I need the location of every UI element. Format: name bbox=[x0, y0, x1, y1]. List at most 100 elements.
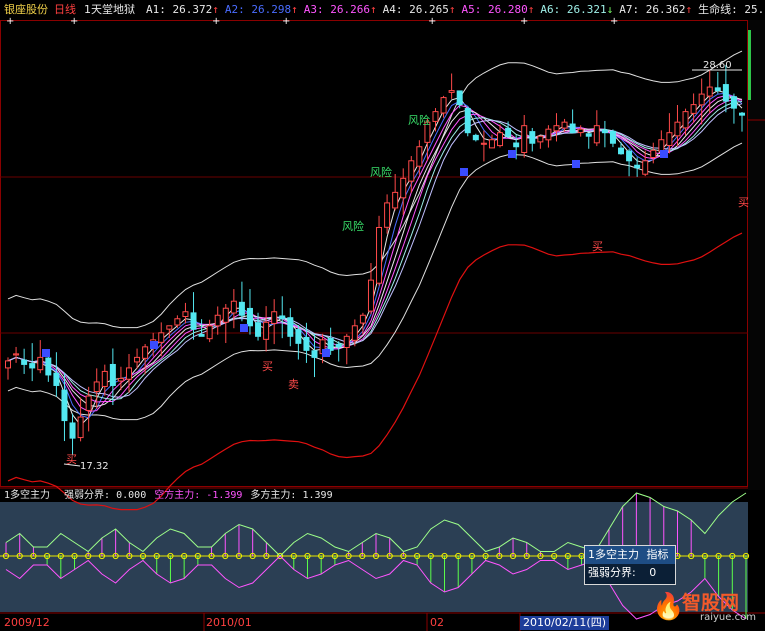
candle-body bbox=[190, 312, 197, 330]
candle-body bbox=[287, 317, 294, 337]
main-panel-frame bbox=[0, 20, 748, 487]
candle-body bbox=[198, 333, 205, 337]
candle-body bbox=[343, 335, 350, 349]
arrow-icon: ↑ bbox=[527, 3, 535, 16]
candle-body bbox=[327, 337, 334, 351]
candle-body bbox=[335, 343, 342, 348]
tooltip-title: 1多空主力 bbox=[588, 548, 639, 561]
candle-body bbox=[698, 93, 705, 106]
sub-value-item: 多方主力: 1.399 bbox=[250, 490, 333, 501]
candle-body bbox=[585, 133, 592, 137]
indicator-tooltip[interactable]: 1多空主力 指标 强弱分界: 0 bbox=[584, 545, 676, 585]
sub-indicator-values: 强弱分界: 0.000 空方主力: -1.399 多方主力: 1.399 bbox=[56, 490, 333, 501]
candle-body bbox=[408, 160, 415, 182]
candle-body bbox=[101, 370, 108, 387]
candle-body bbox=[142, 346, 149, 359]
candle-body bbox=[166, 325, 173, 330]
buy-signal-label: 买 bbox=[66, 453, 77, 466]
candle-body bbox=[77, 416, 84, 439]
ma-item: A4: 26.265↑ bbox=[383, 3, 456, 16]
candle-body bbox=[488, 139, 495, 149]
candle-body bbox=[238, 301, 245, 316]
signal-marker bbox=[150, 341, 158, 349]
risk-signal-label: 风险 bbox=[408, 113, 430, 127]
chart-canvas[interactable]: 28.6017.32风险风险风险买买买买卖+ + + + + + + bbox=[0, 0, 765, 631]
period-label[interactable]: 日线 bbox=[54, 0, 76, 20]
candle-body bbox=[658, 139, 665, 152]
candle-body bbox=[271, 311, 278, 324]
candle-body bbox=[626, 150, 633, 162]
buy-signal-label: 买 bbox=[262, 360, 273, 373]
candle-body bbox=[295, 329, 302, 344]
candle-body bbox=[255, 322, 262, 337]
buy-signal-label: 买 bbox=[592, 240, 603, 253]
low-price-label: 17.32 bbox=[80, 461, 109, 472]
buy-signal-label: 买 bbox=[738, 196, 749, 209]
date-axis: 2009/12 2010/01 02 2010/02/11(四) bbox=[0, 615, 765, 631]
stock-chart-window: 28.60 17.32 风险 风险 风险买买买买卖 + + + + + + + 银座股份 日线 1天堂… bbox=[0, 0, 765, 631]
candle-body bbox=[158, 332, 165, 343]
arrow-icon: ↓ bbox=[606, 3, 614, 16]
candle-body bbox=[714, 87, 721, 92]
risk-signal-label: 风险 bbox=[370, 165, 392, 179]
tooltip-tag: 指标 bbox=[646, 548, 669, 561]
candle-body bbox=[464, 107, 471, 134]
candle-body bbox=[609, 130, 616, 144]
date-label-1: 2009/12 bbox=[4, 616, 50, 629]
candle-body bbox=[739, 112, 745, 116]
sub-caption: 1多空主力 强弱分界: 0.000 空方主力: -1.399 多方主力: 1.399 bbox=[4, 489, 333, 503]
sub-indicator-name[interactable]: 1多空主力 bbox=[4, 490, 50, 501]
candle-body bbox=[263, 321, 270, 340]
ma-value: 25. bbox=[744, 3, 765, 16]
ma-item: A6: 26.321↓ bbox=[540, 3, 613, 16]
ma-label: 生命线: bbox=[698, 3, 738, 16]
candle-body bbox=[593, 125, 600, 144]
indicator-name[interactable]: 1天堂地狱 bbox=[84, 0, 135, 20]
candle-body bbox=[634, 164, 641, 169]
signal-marker bbox=[322, 349, 330, 357]
ma-label: A1: bbox=[146, 3, 166, 16]
candle-body bbox=[448, 90, 455, 93]
signal-marker bbox=[42, 349, 50, 357]
ma-value: 26.266 bbox=[330, 3, 370, 16]
arrow-icon: ↑ bbox=[448, 3, 456, 16]
ma-label: A7: bbox=[619, 3, 640, 16]
date-cursor-label[interactable]: 2010/02/11(四) bbox=[520, 616, 609, 630]
candle-body bbox=[618, 147, 625, 155]
candle-body bbox=[222, 307, 229, 323]
candle-body bbox=[480, 142, 487, 145]
ma-item: A3: 26.266↑ bbox=[304, 3, 377, 16]
candle-body bbox=[53, 372, 60, 386]
candle-body bbox=[472, 134, 479, 141]
tooltip-value: 0 bbox=[649, 566, 657, 579]
scale-marker bbox=[748, 30, 751, 100]
candle-body bbox=[230, 300, 237, 314]
candle-body bbox=[206, 325, 213, 340]
candle-body bbox=[666, 132, 673, 146]
signal-marker bbox=[660, 150, 668, 158]
candle-body bbox=[537, 135, 544, 143]
candle-body bbox=[85, 395, 92, 411]
candle-body bbox=[214, 314, 221, 327]
candle-body bbox=[642, 160, 649, 175]
candle-body bbox=[497, 132, 504, 147]
ma-label: A2: bbox=[224, 3, 245, 16]
signal-marker bbox=[572, 160, 580, 168]
candle-body bbox=[730, 96, 737, 109]
header-bar: 银座股份 日线 1天堂地狱 A1: 26.372↑ A2: 26.298↑ A3: … bbox=[0, 0, 765, 20]
stock-name[interactable]: 银座股份 bbox=[4, 0, 48, 20]
candle-body bbox=[569, 123, 576, 134]
candle-body bbox=[577, 128, 584, 134]
arrow-icon: ↑ bbox=[685, 3, 693, 16]
arrow-icon: ↑ bbox=[291, 3, 298, 16]
watermark: 🔥 智股网 raiyue.com bbox=[652, 586, 762, 630]
candle-body bbox=[125, 367, 132, 380]
candle-body bbox=[134, 356, 141, 363]
ma-label: A6: bbox=[540, 3, 561, 16]
candle-body bbox=[117, 377, 124, 382]
candle-body bbox=[432, 111, 439, 122]
candle-body bbox=[367, 279, 374, 312]
candle-body bbox=[174, 318, 181, 326]
candle-body bbox=[440, 97, 447, 114]
ma-value: 26.321 bbox=[566, 3, 607, 16]
